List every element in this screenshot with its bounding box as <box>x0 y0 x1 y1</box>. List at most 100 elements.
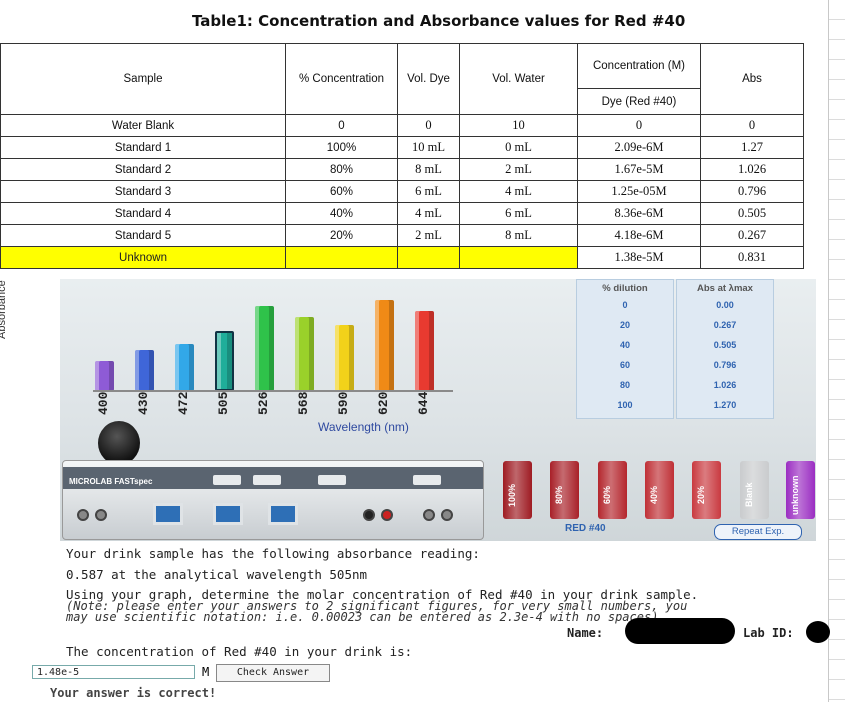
cuvette[interactable]: 80% <box>550 461 579 519</box>
sensor-port <box>153 503 183 525</box>
device-button[interactable] <box>413 475 441 485</box>
absorbance-bar <box>375 300 394 391</box>
device-jack <box>381 509 393 521</box>
cell-abs: 0.831 <box>700 246 804 269</box>
device-button[interactable] <box>253 475 281 485</box>
table-row: Standard 1 100% 10 mL 0 mL 2.09e-6M 1.27 <box>0 136 804 159</box>
cell-abs: 0.796 <box>700 180 804 203</box>
absorbance-bar <box>415 311 434 391</box>
lab-id-label: Lab ID: <box>743 626 794 640</box>
device-control-bar: MICROLAB FASTspec <box>63 467 483 489</box>
cell-concentration: 1.38e-5M <box>577 246 701 269</box>
table-row: Water Blank 0 0 10 0 0 <box>0 114 804 137</box>
table-row: Standard 4 40% 4 mL 6 mL 8.36e-6M 0.505 <box>0 202 804 225</box>
cell-vol-dye: 0 <box>397 114 460 137</box>
wavelength-axis-label: Wavelength (nm) <box>318 420 409 434</box>
wavelength-tick-label: 472 <box>176 392 191 416</box>
device-jack <box>441 509 453 521</box>
cell-vol-dye: 2 mL <box>397 224 460 247</box>
header-vol-water: Vol. Water <box>459 43 578 115</box>
abs-value: 0.505 <box>713 340 737 350</box>
dilution-value: 80 <box>619 380 630 390</box>
cuvette-label: 20% <box>696 486 706 505</box>
name-label: Name: <box>567 626 604 640</box>
cell-abs: 1.27 <box>700 136 804 159</box>
cell-vol-water: 2 mL <box>459 158 578 181</box>
abs-value: 0.00 <box>716 300 734 310</box>
cuvette[interactable]: unknown <box>786 461 815 519</box>
check-answer-button[interactable]: Check Answer <box>216 664 330 682</box>
cell-pct: 100% <box>285 136 398 159</box>
cuvette-label: unknown <box>790 475 800 515</box>
wavelength-knob[interactable] <box>98 421 140 465</box>
question-note-2: may use scientific notation: i.e. 0.0002… <box>66 610 666 624</box>
cell-sample: Unknown <box>0 246 286 269</box>
cell-conc: 4.18e-6M <box>577 224 701 247</box>
cuvette-label: 40% <box>649 486 659 505</box>
cell-vol-dye <box>397 246 460 269</box>
absorbance-axis-label: Absorbance <box>0 280 8 340</box>
wavelength-tick-label: 430 <box>136 392 151 416</box>
absorbance-bar <box>215 331 234 391</box>
spectrophotometer-device: MICROLAB FASTspec <box>62 460 484 540</box>
absorbance-bar <box>95 361 114 391</box>
dilution-value: 0 <box>622 300 628 310</box>
result-message: Your answer is correct! <box>50 686 217 700</box>
cell-sample: Standard 5 <box>0 224 286 247</box>
lab-id-redaction <box>806 621 830 643</box>
device-logo: MICROLAB FASTspec <box>69 477 153 486</box>
header-concentration: Concentration (M) <box>577 43 701 89</box>
cell-sample: Standard 2 <box>0 158 286 181</box>
abs-value: 0.796 <box>713 360 737 370</box>
table-row: Standard 2 80% 8 mL 2 mL 1.67e-5M 1.026 <box>0 158 804 181</box>
cuvette-label: 80% <box>554 486 564 505</box>
dilution-column: % dilution 0 20 40 60 80 100 <box>576 279 674 419</box>
cell-vol-water: 0 mL <box>459 136 578 159</box>
cell-vol-dye: 6 mL <box>397 180 460 203</box>
spreadsheet-gridlines <box>828 0 845 702</box>
absorbance-bar <box>295 317 314 391</box>
cell-vol-dye: 8 mL <box>397 158 460 181</box>
answer-input[interactable] <box>32 665 195 679</box>
cell-vol-water: 8 mL <box>459 224 578 247</box>
cuvette[interactable]: 60% <box>598 461 627 519</box>
cell-sample: Standard 1 <box>0 136 286 159</box>
cell-conc: 2.09e-6M <box>577 136 701 159</box>
device-jack <box>77 509 89 521</box>
cuvette[interactable]: 100% <box>503 461 532 519</box>
cell-conc: 1.67e-5M <box>577 158 701 181</box>
dilution-header: % dilution <box>602 283 648 294</box>
device-jack <box>95 509 107 521</box>
cell-vol-water <box>459 246 578 269</box>
device-button[interactable] <box>213 475 241 485</box>
header-abs: Abs <box>700 43 804 115</box>
answer-unit: M <box>202 665 210 679</box>
cuvette[interactable]: 20% <box>692 461 721 519</box>
cell-sample: Standard 4 <box>0 202 286 225</box>
repeat-experiment-button[interactable]: Repeat Exp. <box>714 524 802 540</box>
dilution-value: 20 <box>619 320 630 330</box>
red40-label: RED #40 <box>565 523 606 534</box>
table-title: Table1: Concentration and Absorbance val… <box>192 12 686 30</box>
question-line-2: 0.587 at the analytical wavelength 505nm <box>66 567 368 582</box>
cuvette-label: Blank <box>744 482 754 508</box>
absorbance-bar <box>255 306 274 391</box>
header-vol-dye: Vol. Dye <box>397 43 460 115</box>
question-line-1: Your drink sample has the following abso… <box>66 546 480 561</box>
cuvette-label: 60% <box>602 486 612 505</box>
cell-vol-water: 6 mL <box>459 202 578 225</box>
table-row: Standard 3 60% 6 mL 4 mL 1.25e-05M 0.796 <box>0 180 804 203</box>
abs-header: Abs at λmax <box>697 283 753 294</box>
wavelength-tick-label: 526 <box>256 392 271 416</box>
device-button[interactable] <box>318 475 346 485</box>
cell-sample: Standard 3 <box>0 180 286 203</box>
cuvette[interactable]: Blank <box>740 461 769 519</box>
answer-prompt: The concentration of Red #40 in your dri… <box>66 644 413 659</box>
sensor-port <box>213 503 243 525</box>
header-sample: Sample <box>0 43 286 115</box>
cuvette[interactable]: 40% <box>645 461 674 519</box>
cell-vol-water: 4 mL <box>459 180 578 203</box>
cell-pct: 40% <box>285 202 398 225</box>
cell-abs: 0 <box>700 114 804 137</box>
absorbance-bar <box>335 325 354 391</box>
